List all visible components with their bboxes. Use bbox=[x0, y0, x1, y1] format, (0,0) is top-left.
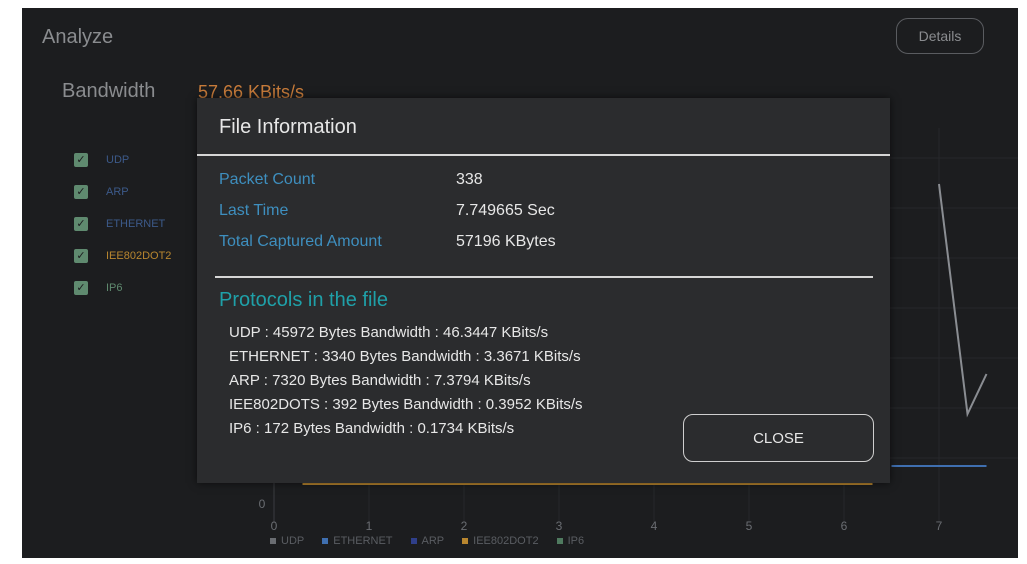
close-button[interactable]: CLOSE bbox=[683, 414, 874, 462]
legend-swatch bbox=[556, 538, 563, 544]
packet-count-label: Packet Count bbox=[219, 171, 316, 188]
x-tick-label: 5 bbox=[746, 519, 753, 533]
series-line-udp bbox=[938, 183, 988, 418]
legend-label: UDP bbox=[281, 535, 305, 547]
file-information-dialog: File Information Packet Count 338 Last T… bbox=[197, 98, 890, 483]
x-tick-label: 4 bbox=[651, 519, 658, 533]
legend-swatch bbox=[270, 538, 276, 544]
x-tick-label: 1 bbox=[366, 519, 373, 533]
protocol-line-arp: ARP : 7320 Bytes Bandwidth : 7.3794 KBit… bbox=[229, 372, 531, 389]
last-time-label: Last Time bbox=[219, 202, 289, 219]
legend-item-ip6: IP6 bbox=[556, 535, 585, 547]
legend-swatch bbox=[462, 538, 469, 544]
last-time-value: 7.749665 Sec bbox=[456, 202, 555, 219]
dialog-title: File Information bbox=[219, 116, 357, 138]
x-tick-label: 2 bbox=[461, 519, 468, 533]
legend-item-iee802dot2: IEE802DOT2 bbox=[462, 535, 539, 547]
legend-item-udp: UDP bbox=[270, 535, 304, 547]
legend-swatch bbox=[322, 538, 329, 544]
legend-item-ethernet: ETHERNET bbox=[322, 535, 393, 547]
legend-label: IP6 bbox=[567, 535, 585, 547]
legend-label: ARP bbox=[421, 535, 445, 547]
total-captured-label: Total Captured Amount bbox=[219, 233, 382, 250]
packet-count-value: 338 bbox=[456, 171, 483, 188]
legend-swatch bbox=[410, 538, 417, 544]
protocols-heading: Protocols in the file bbox=[219, 289, 388, 311]
legend-item-arp: ARP bbox=[410, 535, 445, 547]
title-divider bbox=[197, 154, 890, 156]
section-divider bbox=[215, 276, 873, 278]
protocol-line-udp: UDP : 45972 Bytes Bandwidth : 46.3447 KB… bbox=[229, 324, 549, 341]
x-tick-label: 7 bbox=[936, 519, 943, 533]
protocol-line-iee802dots: IEE802DOTS : 392 Bytes Bandwidth : 0.395… bbox=[229, 396, 583, 413]
chart-legend: UDP ETHERNET ARP IEE802DOT2 IP6 bbox=[270, 535, 584, 547]
x-tick-label: 6 bbox=[841, 519, 848, 533]
y-tick-label: 0 bbox=[259, 497, 266, 511]
protocol-line-ethernet: ETHERNET : 3340 Bytes Bandwidth : 3.3671… bbox=[229, 348, 581, 365]
x-tick-label: 3 bbox=[556, 519, 563, 533]
protocol-line-ip6: IP6 : 172 Bytes Bandwidth : 0.1734 KBits… bbox=[229, 420, 515, 437]
x-tick-label: 0 bbox=[271, 519, 278, 533]
legend-label: ETHERNET bbox=[333, 535, 393, 547]
total-captured-value: 57196 KBytes bbox=[456, 233, 556, 250]
app-screen: Analyze Details Bandwidth 57.66 KBits/s … bbox=[22, 8, 1018, 558]
legend-label: IEE802DOT2 bbox=[473, 535, 539, 547]
